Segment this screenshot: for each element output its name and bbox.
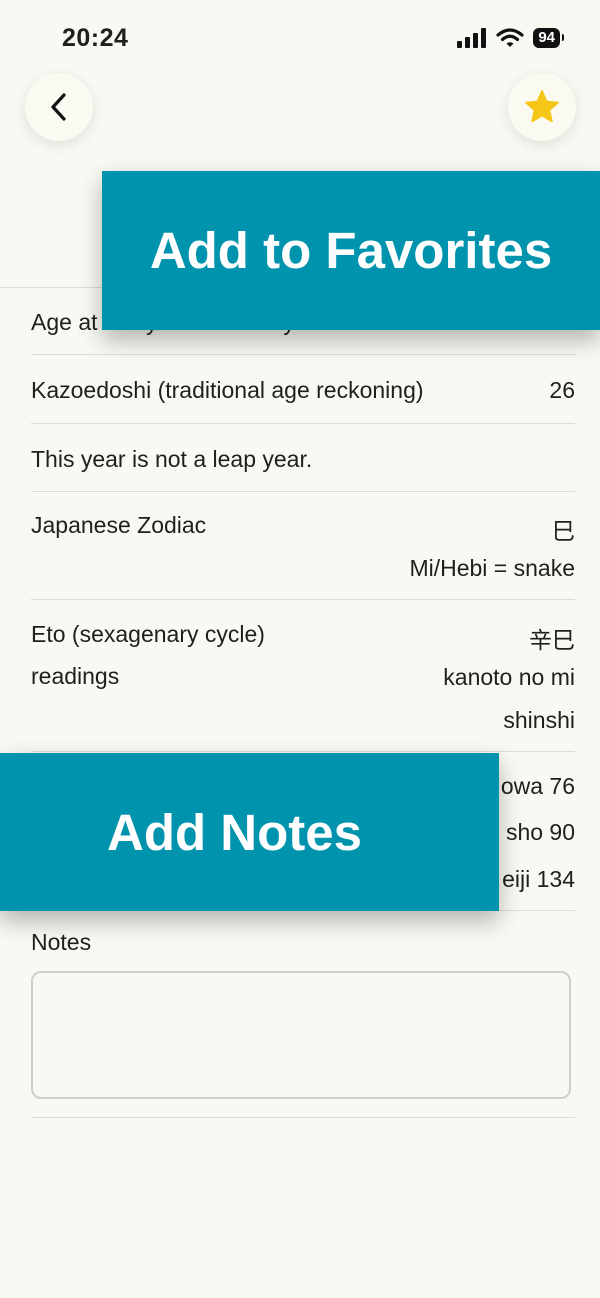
row-eto: Eto (sexagenary cycle) readings 辛巳 kanot… bbox=[31, 600, 575, 752]
era-value-2: sho 90 bbox=[505, 819, 575, 845]
row-japanese-zodiac: Japanese Zodiac 巳 Mi/Hebi = snake bbox=[31, 492, 575, 600]
add-notes-text: Add Notes bbox=[107, 803, 362, 861]
favorite-button[interactable] bbox=[508, 73, 576, 141]
chevron-left-icon bbox=[51, 93, 66, 121]
eto-readings-label: readings bbox=[31, 663, 120, 689]
row-kazoedoshi: Kazoedoshi (traditional age reckoning) 2… bbox=[31, 355, 575, 424]
back-button[interactable] bbox=[25, 73, 93, 141]
add-to-favorites-banner: Add to Favorites bbox=[102, 171, 600, 330]
notes-label: Notes bbox=[31, 929, 92, 955]
zodiac-reading: Mi/Hebi = snake bbox=[409, 555, 575, 581]
kazoedoshi-label: Kazoedoshi (traditional age reckoning) bbox=[31, 377, 424, 403]
era-value-1: owa 76 bbox=[500, 773, 575, 799]
status-bar: 20:24 94 bbox=[0, 0, 600, 70]
eto-reading-1: kanoto no mi bbox=[443, 664, 575, 690]
zodiac-kanji: 巳 bbox=[552, 518, 575, 544]
add-to-favorites-text: Add to Favorites bbox=[149, 222, 553, 279]
status-icons: 94 bbox=[457, 28, 564, 48]
eto-kanji: 辛巳 bbox=[529, 627, 575, 653]
leap-year-text: This year is not a leap year. bbox=[31, 446, 313, 472]
add-notes-banner: Add Notes bbox=[0, 753, 499, 911]
cellular-signal-icon bbox=[457, 28, 487, 48]
battery-indicator: 94 bbox=[533, 28, 564, 48]
notes-input[interactable] bbox=[31, 971, 571, 1099]
eto-reading-2: shinshi bbox=[503, 707, 575, 733]
status-time: 20:24 bbox=[62, 24, 129, 52]
eto-label: Eto (sexagenary cycle) bbox=[31, 621, 265, 647]
era-value-3: eiji 134 bbox=[502, 866, 575, 892]
kazoedoshi-value: 26 bbox=[549, 377, 575, 403]
star-icon bbox=[525, 90, 559, 123]
row-leap-year: This year is not a leap year. bbox=[31, 424, 575, 492]
notes-divider bbox=[31, 1117, 575, 1118]
zodiac-label: Japanese Zodiac bbox=[31, 512, 207, 538]
wifi-icon bbox=[496, 28, 524, 47]
